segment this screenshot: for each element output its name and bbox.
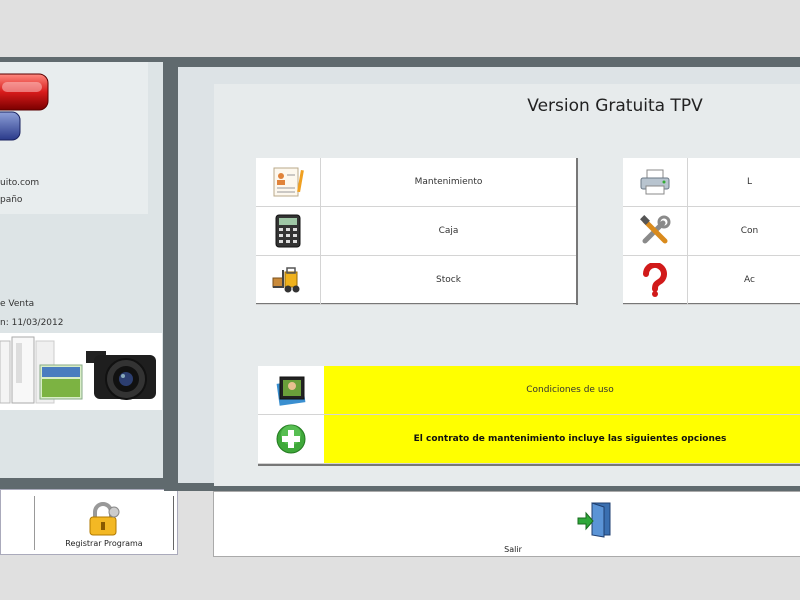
menu-item-label: Con bbox=[740, 226, 759, 236]
info-panel: Condiciones de uso El contrato de manten… bbox=[258, 366, 800, 466]
page-title: Version Gratuita TPV bbox=[527, 96, 703, 116]
menu-item-caja[interactable]: Caja bbox=[256, 207, 576, 256]
exit-door-icon bbox=[577, 502, 611, 538]
maintenance-contract-label: El contrato de mantenimiento incluye las… bbox=[324, 415, 800, 463]
document-form-icon bbox=[273, 167, 304, 197]
menu-item-stock[interactable]: Stock bbox=[256, 256, 576, 305]
country-text: paño bbox=[0, 195, 23, 205]
logo-card: uito.com paño bbox=[0, 62, 148, 214]
padlock-icon bbox=[89, 502, 120, 536]
website-text: uito.com bbox=[0, 178, 40, 188]
menu-item-label: Stock bbox=[436, 275, 461, 285]
menu-item-label: Caja bbox=[438, 226, 459, 236]
menu-right: L Con Ac bbox=[623, 158, 800, 305]
green-plus-icon bbox=[276, 424, 306, 454]
menu-item-label: Ac bbox=[744, 275, 755, 285]
terms-of-use-label: Condiciones de uso bbox=[324, 366, 800, 414]
forklift-icon bbox=[272, 267, 300, 293]
terms-of-use-row[interactable]: Condiciones de uso bbox=[258, 366, 800, 415]
exit-label: Salir bbox=[504, 545, 522, 554]
register-program-button[interactable]: Registrar Programa bbox=[34, 496, 174, 550]
date-text: n: 11/03/2012 bbox=[0, 318, 64, 328]
exit-button[interactable]: Salir bbox=[213, 491, 800, 557]
tools-icon bbox=[640, 215, 671, 244]
product-image-strip bbox=[0, 333, 162, 410]
app-logo-icon bbox=[0, 73, 49, 141]
sale-text: e Venta bbox=[0, 299, 35, 309]
menu-item-acerca[interactable]: Ac bbox=[623, 256, 800, 305]
menu-item-listados[interactable]: L bbox=[623, 158, 800, 207]
register-program-label: Registrar Programa bbox=[65, 539, 143, 548]
menu-item-mantenimiento[interactable]: Mantenimiento bbox=[256, 158, 576, 207]
question-mark-icon bbox=[642, 263, 667, 297]
menu-item-label: Mantenimiento bbox=[414, 177, 483, 187]
printer-icon bbox=[640, 169, 670, 195]
menu-left: Mantenimiento Caja Stock bbox=[256, 158, 578, 305]
maintenance-contract-row[interactable]: El contrato de mantenimiento incluye las… bbox=[258, 415, 800, 464]
photo-frame-icon bbox=[276, 376, 306, 406]
menu-item-configuracion[interactable]: Con bbox=[623, 207, 800, 256]
calculator-icon bbox=[275, 214, 301, 248]
menu-item-label: L bbox=[746, 177, 752, 187]
products-image bbox=[0, 336, 156, 404]
